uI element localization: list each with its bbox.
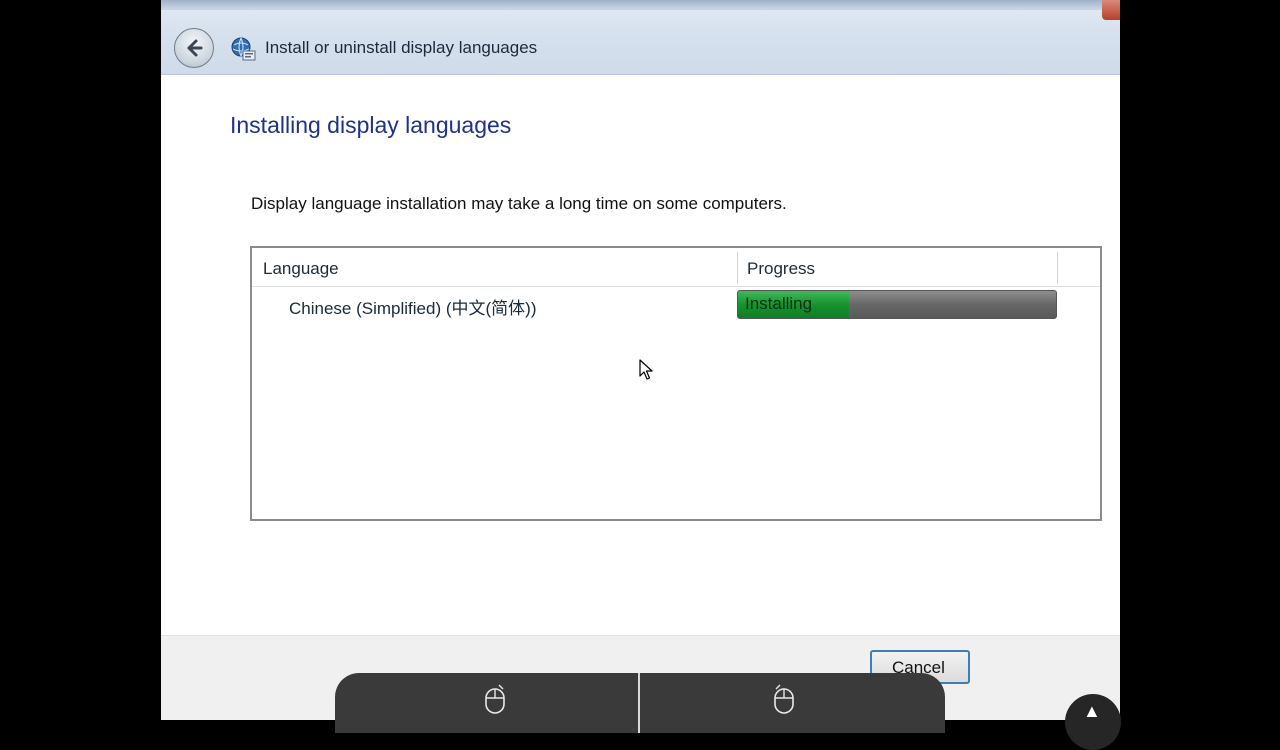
mouse-right-click-icon <box>774 684 794 714</box>
column-header-progress[interactable]: Progress <box>747 259 815 279</box>
globe-language-icon <box>231 37 256 61</box>
language-progress-list[interactable]: Language Progress Chinese (Simplified) (… <box>250 246 1102 521</box>
window-frame-strip <box>161 0 1120 10</box>
mouse-left-click-icon <box>485 684 505 714</box>
column-divider[interactable] <box>1057 252 1058 284</box>
back-button[interactable] <box>174 28 214 68</box>
page-heading: Installing display languages <box>230 112 512 138</box>
column-header-language[interactable]: Language <box>263 259 339 279</box>
language-install-dialog: Install or uninstall display languages I… <box>161 0 1120 720</box>
overlay-toggle-button[interactable]: ▲ <box>1065 694 1121 750</box>
language-name: Chinese (Simplified) (中文(简体)) <box>289 299 537 318</box>
click-indicator-overlay <box>335 673 945 733</box>
window-nav-title: Install or uninstall display languages <box>265 38 538 57</box>
chevron-up-icon: ▲ <box>1083 701 1101 721</box>
list-header: Language Progress <box>252 248 1100 287</box>
progress-status: Installing <box>745 294 813 313</box>
title-bar: Install or uninstall display languages <box>161 0 1120 75</box>
column-divider[interactable] <box>737 252 738 284</box>
back-arrow-icon <box>187 39 203 57</box>
close-icon[interactable] <box>1102 0 1120 20</box>
page-description: Display language installation may take a… <box>251 194 787 213</box>
mouse-pointer-icon <box>639 359 653 380</box>
overlay-divider <box>638 673 640 733</box>
install-progress-bar: Installing <box>737 290 1057 319</box>
